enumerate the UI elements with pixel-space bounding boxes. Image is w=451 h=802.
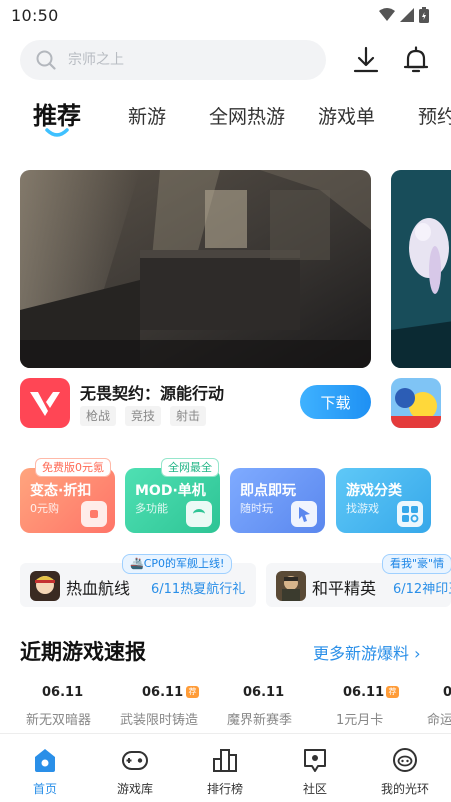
game-tag: 射击 [170, 406, 207, 426]
quick-card-subtitle: 多功能 [135, 502, 168, 515]
bell-icon [403, 46, 429, 73]
news-date: 06.11 [142, 685, 184, 700]
tab-new-games[interactable]: 新游 [128, 102, 166, 129]
wifi-box-icon [186, 501, 212, 527]
featured-game-icon[interactable] [20, 378, 70, 428]
news-item[interactable]: 武装限时铸造 [120, 709, 198, 728]
recommend-badge: 荐 [386, 686, 399, 698]
nav-community[interactable]: 社区 [270, 734, 360, 802]
search-input[interactable] [68, 40, 308, 80]
nav-game-library[interactable]: 游戏库 [90, 734, 180, 802]
nav-home[interactable]: 首页 [0, 734, 90, 802]
quick-card-categories[interactable]: 游戏分类 找游戏 [336, 468, 431, 533]
tab-indicator [45, 128, 69, 137]
promo-game-name: 热血航线 [66, 579, 131, 598]
quick-card-badge: 全网最全 [161, 458, 219, 477]
quick-card-title: 游戏分类 [346, 483, 402, 499]
status-time: 10:50 [11, 6, 59, 25]
more-news-link[interactable]: 更多新游爆料 › [313, 640, 421, 664]
tab-hot-games[interactable]: 全网热游 [209, 102, 285, 129]
nav-label: 排行榜 [206, 782, 243, 796]
gamepad-icon [122, 751, 148, 770]
ranking-icon [213, 749, 237, 772]
quick-card-badge: 免费版0元氪 [35, 458, 111, 477]
news-item[interactable]: 1元月卡 [336, 709, 383, 728]
community-icon [304, 749, 326, 772]
tab-game-lists[interactable]: 游戏单 [318, 102, 375, 129]
search-icon [36, 50, 56, 70]
wifi-icon [379, 8, 395, 21]
nav-profile[interactable]: 我的光环 [360, 734, 450, 802]
status-bar: 10:50 [0, 0, 451, 32]
download-button[interactable]: 下载 [300, 385, 371, 419]
status-icons [379, 7, 429, 23]
nav-label: 游戏库 [116, 782, 153, 796]
battery-icon [419, 7, 429, 23]
quick-card-discount[interactable]: 变态·折扣 0元购 [20, 468, 115, 533]
cursor-icon [291, 501, 317, 527]
wallet-icon [81, 501, 107, 527]
signal-icon [400, 8, 414, 22]
recommend-badge: 荐 [186, 686, 199, 698]
news-date: 06.11 [42, 685, 84, 700]
banner-image-next [391, 170, 451, 368]
news-date: 06.11 [343, 685, 385, 700]
next-game-icon[interactable] [391, 378, 441, 428]
promo-badge: 🚢CP0的军舰上线! [122, 554, 233, 574]
quick-card-subtitle: 找游戏 [346, 502, 379, 515]
nav-label: 社区 [302, 782, 327, 796]
quick-card-title: 即点即玩 [240, 483, 296, 499]
profile-icon [393, 748, 417, 772]
pubg-game-icon [276, 571, 306, 601]
featured-game-title[interactable]: 无畏契约：源能行动 [80, 380, 224, 404]
notification-button[interactable] [401, 45, 431, 75]
valorant-logo-icon [20, 378, 70, 428]
home-icon [35, 749, 55, 772]
news-item[interactable]: 命运 [427, 709, 451, 728]
nav-label: 我的光环 [380, 782, 429, 796]
game-tag: 竞技 [125, 406, 162, 426]
quick-card-subtitle: 0元购 [30, 502, 59, 515]
news-item[interactable]: 新无双暗器 [26, 709, 91, 728]
nav-label: 首页 [32, 782, 57, 796]
promo-game-name: 和平精英 [312, 579, 377, 598]
banner-next[interactable] [391, 170, 451, 368]
news-date: 06.11 [243, 685, 285, 700]
promo-badge: 看我"豪"情 [382, 554, 451, 574]
featured-banner[interactable] [20, 170, 371, 368]
search-box[interactable] [20, 40, 326, 80]
news-item[interactable]: 魔界新赛季 [227, 709, 292, 728]
quick-card-instant-play[interactable]: 即点即玩 随时玩 [230, 468, 325, 533]
download-manager-button[interactable] [351, 45, 381, 75]
section-title: 近期游戏速报 [20, 640, 146, 664]
quick-card-title: MOD·单机 [135, 483, 206, 499]
quick-card-title: 变态·折扣 [30, 483, 92, 499]
promo-subtitle: 6/12神印王 [393, 582, 451, 597]
download-icon [353, 46, 379, 73]
promo-subtitle: 6/11热夏航行礼 [151, 582, 246, 597]
nav-ranking[interactable]: 排行榜 [180, 734, 270, 802]
game-tag: 枪战 [80, 406, 117, 426]
banner-image [20, 170, 371, 368]
tab-reserve[interactable]: 预约 [418, 102, 451, 129]
one-piece-game-icon [30, 571, 60, 601]
quick-card-mod[interactable]: MOD·单机 多功能 [125, 468, 220, 533]
pokemon-game-icon [391, 378, 441, 428]
news-date: 0 [443, 685, 451, 700]
quick-card-subtitle: 随时玩 [240, 502, 273, 515]
bottom-navigation: 首页 游戏库 排行榜 社区 我的光环 [0, 733, 451, 802]
grid-search-icon [397, 501, 423, 527]
